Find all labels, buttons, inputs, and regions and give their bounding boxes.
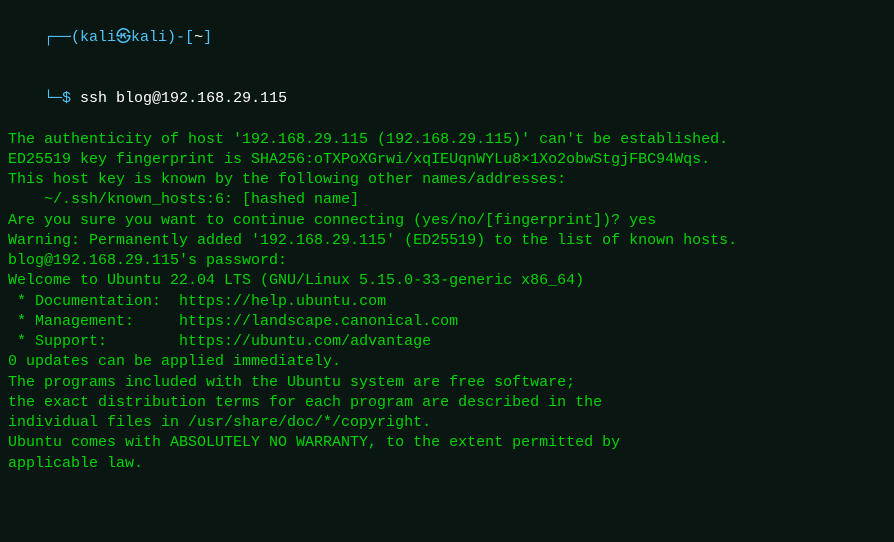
output-line: The programs included with the Ubuntu sy… [8, 373, 886, 393]
terminal[interactable]: ┌──(kali㉿kali)-[~] └─$ ssh blog@192.168.… [8, 8, 886, 474]
box-char: )-[ [167, 29, 194, 46]
output-line: 0 updates can be applied immediately. [8, 352, 886, 372]
output-line: * Management: https://landscape.canonica… [8, 312, 886, 332]
output-line: applicable law. [8, 454, 886, 474]
output-line: This host key is known by the following … [8, 170, 886, 190]
output-line: Are you sure you want to continue connec… [8, 211, 886, 231]
output-line: * Support: https://ubuntu.com/advantage [8, 332, 886, 352]
output-line: the exact distribution terms for each pr… [8, 393, 886, 413]
output-line: * Documentation: https://help.ubuntu.com [8, 292, 886, 312]
prompt-dollar: $ [62, 90, 80, 107]
output-line: blog@192.168.29.115's password: [8, 251, 886, 271]
box-char: └─ [44, 90, 62, 107]
user-host: kali㉿kali [80, 29, 167, 46]
output-line: Welcome to Ubuntu 22.04 LTS (GNU/Linux 5… [8, 271, 886, 291]
output-line: Ubuntu comes with ABSOLUTELY NO WARRANTY… [8, 433, 886, 453]
command-input[interactable]: ssh blog@192.168.29.115 [80, 90, 287, 107]
output-line: individual files in /usr/share/doc/*/cop… [8, 413, 886, 433]
output-line: Warning: Permanently added '192.168.29.1… [8, 231, 886, 251]
prompt-line-1: ┌──(kali㉿kali)-[~] [8, 8, 886, 69]
cwd-path: ~ [194, 29, 203, 46]
output-line: ~/.ssh/known_hosts:6: [hashed name] [8, 190, 886, 210]
box-char: ┌──( [44, 29, 80, 46]
prompt-line-2: └─$ ssh blog@192.168.29.115 [8, 69, 886, 130]
output-line: The authenticity of host '192.168.29.115… [8, 130, 886, 150]
output-line: ED25519 key fingerprint is SHA256:oTXPoX… [8, 150, 886, 170]
box-char: ] [203, 29, 212, 46]
